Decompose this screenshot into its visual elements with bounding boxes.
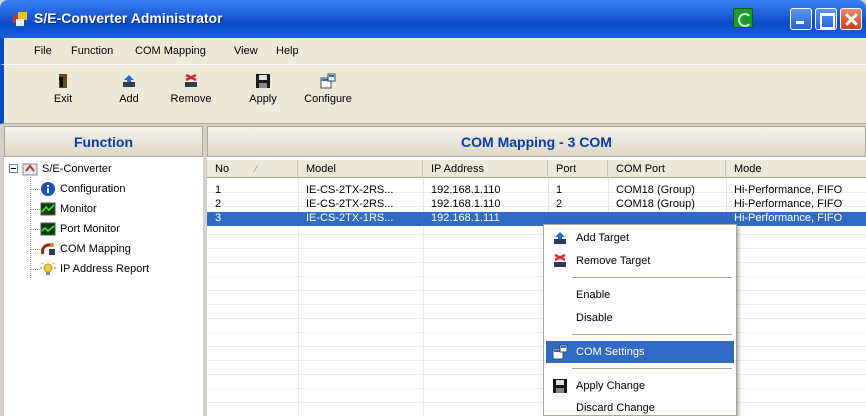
save-icon bbox=[553, 379, 567, 393]
menu-separator bbox=[572, 334, 732, 335]
menu-help[interactable]: Help bbox=[276, 45, 299, 57]
table-header: No ∕ Model IP Address Port COM Port Mode bbox=[207, 160, 866, 178]
menu-bar: File Function COM Mapping View Help bbox=[0, 38, 866, 64]
table-row-selected[interactable]: 3 IE-CS-2TX-1RS... 192.168.1.111 Hi-Perf… bbox=[207, 212, 866, 226]
save-icon bbox=[256, 74, 270, 88]
exit-icon bbox=[59, 74, 67, 88]
menu-separator bbox=[572, 277, 732, 278]
add-button[interactable]: Add bbox=[114, 69, 144, 121]
monitor-chart-icon bbox=[40, 202, 56, 216]
menu-view[interactable]: View bbox=[234, 45, 258, 57]
menu-item-disable[interactable]: Disable bbox=[546, 307, 734, 329]
com-mapping-panel: COM Mapping - 3 COM No ∕ Model IP Addres… bbox=[207, 126, 866, 416]
column-header-no[interactable]: No ∕ bbox=[207, 160, 298, 178]
remove-target-icon bbox=[554, 253, 566, 267]
close-button[interactable] bbox=[840, 8, 862, 30]
exit-button[interactable]: Exit bbox=[48, 69, 78, 121]
menu-file[interactable]: File bbox=[34, 45, 52, 57]
column-header-com-port[interactable]: COM Port bbox=[608, 160, 726, 178]
menu-item-com-settings[interactable]: COM Settings bbox=[546, 341, 734, 363]
window-title: S/E-Converter Administrator bbox=[34, 10, 223, 26]
menu-item-add-target[interactable]: Add Target bbox=[546, 227, 734, 249]
com-mapping-icon bbox=[41, 243, 55, 255]
com-mapping-panel-title: COM Mapping - 3 COM bbox=[207, 126, 866, 157]
table-row[interactable]: 2 IE-CS-2TX-2RS... 192.168.1.110 2 COM18… bbox=[207, 198, 866, 212]
status-tray-icon[interactable] bbox=[733, 8, 753, 28]
column-header-port[interactable]: Port bbox=[548, 160, 608, 178]
sort-ascending-icon: ∕ bbox=[255, 164, 257, 175]
column-header-ip-address[interactable]: IP Address bbox=[423, 160, 548, 178]
context-menu: Add Target Remove Target Enable Disable … bbox=[543, 224, 737, 416]
function-panel: Function S/E-Converter Configuration Mon… bbox=[4, 126, 205, 416]
maximize-button[interactable] bbox=[815, 8, 837, 30]
table-row[interactable]: 1 IE-CS-2TX-2RS... 192.168.1.110 1 COM18… bbox=[207, 184, 866, 198]
menu-function[interactable]: Function bbox=[71, 45, 113, 57]
function-panel-title: Function bbox=[4, 126, 203, 157]
title-bar: S/E-Converter Administrator bbox=[0, 0, 866, 38]
add-target-icon bbox=[554, 232, 566, 244]
add-target-icon bbox=[123, 75, 135, 87]
minimize-button[interactable] bbox=[790, 8, 812, 30]
tree-collapse-toggle[interactable] bbox=[9, 164, 18, 173]
configure-icon bbox=[320, 73, 336, 89]
menu-separator bbox=[572, 368, 732, 369]
column-header-mode[interactable]: Mode bbox=[726, 160, 866, 178]
configure-button[interactable]: Configure bbox=[301, 69, 355, 121]
app-icon bbox=[13, 12, 27, 26]
menu-com-mapping[interactable]: COM Mapping bbox=[135, 45, 206, 57]
menu-item-discard-change[interactable]: Discard Change bbox=[546, 397, 734, 415]
column-header-model[interactable]: Model bbox=[298, 160, 423, 178]
menu-item-enable[interactable]: Enable bbox=[546, 284, 734, 306]
port-monitor-icon bbox=[40, 222, 56, 236]
remove-target-icon bbox=[185, 73, 197, 87]
lightbulb-icon bbox=[40, 261, 56, 275]
remove-button[interactable]: Remove bbox=[170, 69, 212, 121]
info-icon bbox=[41, 182, 55, 196]
toolbar: Exit Add Remove Apply Configure bbox=[0, 64, 866, 124]
menu-item-remove-target[interactable]: Remove Target bbox=[546, 250, 734, 272]
menu-item-apply-change[interactable]: Apply Change bbox=[546, 375, 734, 397]
com-settings-icon bbox=[552, 344, 568, 360]
apply-button[interactable]: Apply bbox=[247, 69, 279, 121]
converter-icon bbox=[22, 163, 38, 176]
